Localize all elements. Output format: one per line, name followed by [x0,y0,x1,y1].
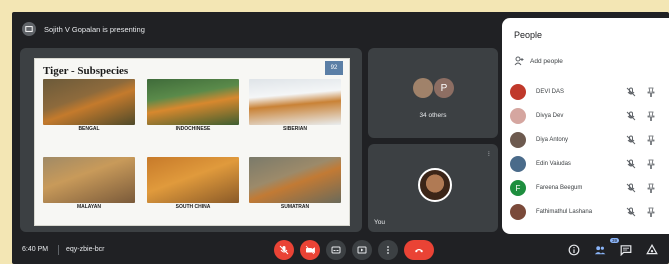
mic-off-icon [626,111,636,121]
presenting-banner: Sojith V Gopalan is presenting [12,12,500,46]
mic-off-icon [626,207,636,217]
participant-avatar-letter: P [434,78,454,98]
camera-toggle-button[interactable] [300,240,320,260]
tiger-photo-south-china: SOUTH CHINA [147,157,239,211]
divider [58,245,59,255]
others-tile[interactable]: P 34 others [368,48,498,138]
participant-avatar [510,204,526,220]
participant-avatar [510,156,526,172]
leave-call-button[interactable] [404,240,434,260]
clock-time: 6:40 PM [22,246,49,253]
tiger-photo-indochinese: INDOCHINESE [147,79,239,133]
participant-name: DEVI DAS [536,89,565,95]
tiger-label: SOUTH CHINA [175,204,211,210]
pin-icon[interactable] [646,183,656,193]
mic-off-icon [626,135,636,145]
tiger-photo-sumatran: SUMATRAN [249,157,341,211]
participant-row[interactable]: Fathimathul Lashana [510,202,669,222]
participant-name: Edin Vaiudas [536,161,571,167]
tiger-photo-siberian: SIBERIAN [249,79,341,133]
presenting-label: Sojith V Gopalan is presenting [44,24,145,34]
participant-name: Divya Dev [536,113,564,119]
slide: Tiger - Subspecies 92 BENGAL INDOCHINESE… [34,58,350,226]
mic-off-icon [626,87,636,97]
add-person-icon [514,56,524,66]
mic-off-icon [279,245,289,255]
participant-name: Fareena Beegum [536,185,583,191]
meeting-code: eqy-zbie-bcr [66,246,105,253]
info-icon[interactable] [568,244,580,256]
participant-avatar [510,108,526,124]
people-panel: People Add people DEVI DAS Divya Dev Diy… [502,18,669,234]
add-people-label: Add people [530,57,563,65]
participant-avatar [510,132,526,148]
participant-avatar: F [510,180,526,196]
captions-icon [331,246,341,254]
participant-avatar [413,78,433,98]
pin-icon[interactable] [646,207,656,217]
participant-count-badge: 39 [610,238,620,243]
self-tile[interactable]: ⁝ You [368,144,498,232]
more-vert-icon [387,246,389,254]
add-people-button[interactable]: Add people [514,56,563,66]
more-options-button[interactable] [378,240,398,260]
participant-name: Diya Antony [536,137,569,143]
more-options-icon[interactable]: ⁝ [488,150,490,158]
participant-row[interactable]: DEVI DAS [510,82,669,102]
hang-up-icon [415,249,423,253]
tiger-label: BENGAL [78,126,100,132]
participant-row[interactable]: Edin Vaiudas [510,154,669,174]
mic-off-icon [626,159,636,169]
tiger-label: SIBERIAN [283,126,307,132]
captions-button[interactable] [326,240,346,260]
participant-row[interactable]: Diya Antony [510,130,669,150]
camera-off-icon [305,245,315,255]
mic-toggle-button[interactable] [274,240,294,260]
people-panel-title: People [514,30,543,40]
slide-number: 92 [325,61,343,75]
chat-icon[interactable] [620,244,632,256]
participant-name: Fathimathul Lashana [536,209,593,215]
participant-row[interactable]: F Fareena Beegum [510,178,669,198]
meet-window: Sojith V Gopalan is presenting Tiger - S… [12,12,669,264]
self-avatar [418,168,452,202]
tiger-label: MALAYAN [76,204,102,210]
activities-icon[interactable] [646,244,658,256]
tiger-label: INDOCHINESE [175,126,211,132]
mic-off-icon [626,183,636,193]
present-icon [22,22,36,36]
pin-icon[interactable] [646,111,656,121]
self-label: You [374,219,385,226]
slide-title: Tiger - Subspecies [43,65,129,77]
others-count-label: 34 others [419,112,447,119]
pin-icon[interactable] [646,159,656,169]
tiger-photo-bengal: BENGAL [43,79,135,133]
participant-avatar [510,84,526,100]
participant-row[interactable]: Divya Dev [510,106,669,126]
tiger-photo-malayan: MALAYAN [43,157,135,211]
presentation-tile[interactable]: Tiger - Subspecies 92 BENGAL INDOCHINESE… [20,48,362,232]
tiger-label: SUMATRAN [280,204,310,210]
bottom-toolbar: 6:40 PM eqy-zbie-bcr 39 [12,236,669,264]
present-screen-icon [357,246,367,254]
people-icon[interactable] [594,244,606,256]
present-now-button[interactable] [352,240,372,260]
pin-icon[interactable] [646,87,656,97]
pin-icon[interactable] [646,135,656,145]
